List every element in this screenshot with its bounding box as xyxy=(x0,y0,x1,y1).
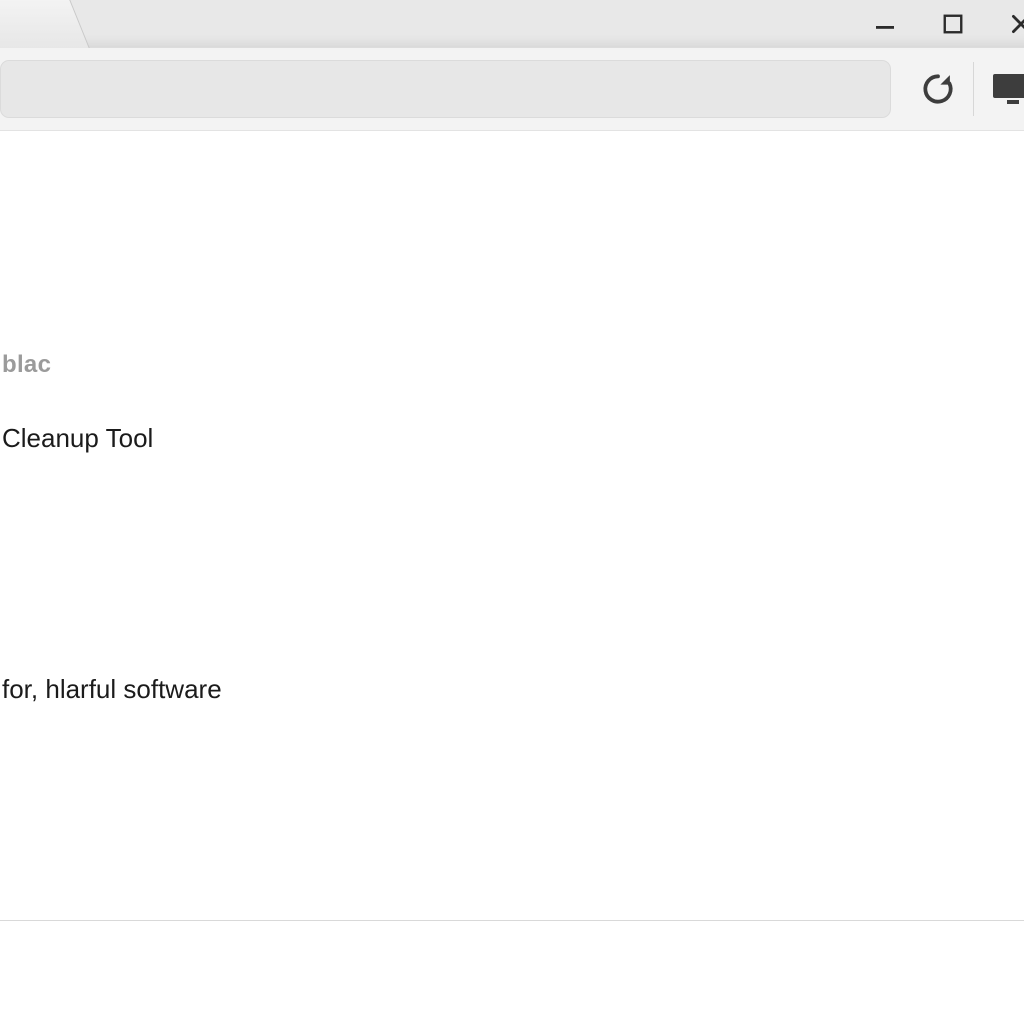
page-content: blac Cleanup Tool for, hlarful software xyxy=(0,131,1024,1024)
maximize-button[interactable] xyxy=(936,0,970,48)
breadcrumb: blac xyxy=(0,351,1024,379)
active-tab-edge[interactable] xyxy=(0,0,90,48)
cast-button[interactable] xyxy=(980,48,1024,131)
maximize-icon xyxy=(942,13,964,35)
reload-icon xyxy=(919,70,957,108)
toolbar-separator xyxy=(973,62,974,116)
minimize-button[interactable] xyxy=(868,0,902,48)
window-controls xyxy=(868,0,1024,48)
page-title: Cleanup Tool xyxy=(0,423,1024,454)
close-icon xyxy=(1008,11,1024,37)
section-divider xyxy=(0,920,1024,921)
minimize-icon xyxy=(873,12,897,36)
reload-button[interactable] xyxy=(905,48,971,131)
body-text: for, hlarful software xyxy=(0,674,1024,705)
cast-icon xyxy=(991,72,1024,106)
spacer xyxy=(0,454,1024,674)
browser-toolbar xyxy=(0,48,1024,131)
address-bar[interactable] xyxy=(0,60,891,118)
browser-window: blac Cleanup Tool for, hlarful software xyxy=(0,0,1024,1024)
title-bar xyxy=(0,0,1024,48)
close-button[interactable] xyxy=(1004,0,1024,48)
